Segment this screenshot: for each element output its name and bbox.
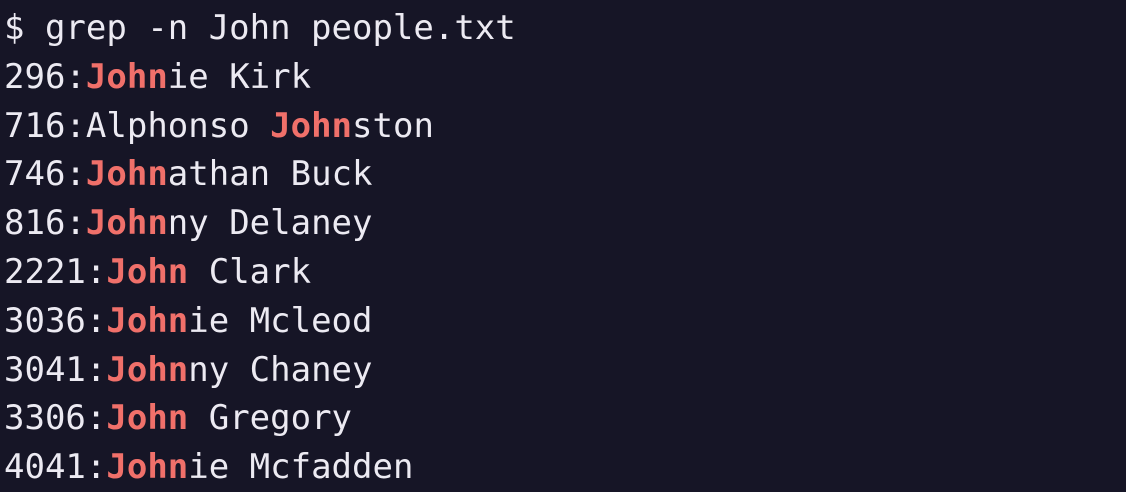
result-line: 746:Johnathan Buck	[4, 154, 373, 195]
line-number: 3306	[4, 398, 86, 439]
match-highlight: John	[106, 398, 189, 439]
result-line: 716:Alphonso Johnston	[4, 105, 434, 146]
match-highlight: John	[85, 203, 168, 244]
match-highlight: John	[106, 447, 189, 488]
result-line: 4041:Johnie Mcfadden	[4, 447, 414, 488]
line-number: 296	[4, 56, 66, 97]
line-number: 716	[4, 105, 66, 146]
terminal-window[interactable]: $ grep -n John people.txt 296:Johnie Kir…	[0, 0, 1126, 488]
match-highlight: John	[270, 105, 353, 146]
result-line: 3041:Johnny Chaney	[4, 349, 373, 390]
match-highlight: John	[85, 56, 168, 97]
result-line: 2221:John Clark	[4, 251, 312, 292]
command-line: $ grep -n John people.txt	[4, 8, 516, 48]
text-after-match: ny Delaney	[167, 203, 373, 244]
match-highlight: John	[106, 300, 189, 341]
result-line: 3036:Johnie Mcleod	[4, 300, 373, 341]
text-before-match: Alphonso	[85, 105, 271, 146]
match-highlight: John	[106, 251, 189, 292]
text-after-match: Clark	[188, 251, 312, 292]
text-after-match: Gregory	[188, 398, 353, 439]
match-highlight: John	[106, 349, 189, 390]
line-number: 3041	[4, 349, 86, 390]
text-after-match: ston	[352, 105, 434, 146]
match-highlight: John	[85, 154, 168, 195]
text-after-match: athan Buck	[167, 154, 373, 195]
text-after-match: ie Mcfadden	[188, 447, 414, 488]
line-number: 4041	[4, 447, 86, 488]
result-line: 296:Johnie Kirk	[4, 56, 312, 97]
line-number: 2221	[4, 251, 86, 292]
result-line: 816:Johnny Delaney	[4, 203, 373, 244]
result-line: 3306:John Gregory	[4, 398, 353, 439]
text-after-match: ny Chaney	[188, 349, 373, 390]
text-after-match: ie Mcleod	[188, 300, 373, 341]
line-number: 746	[4, 154, 66, 195]
text-after-match: ie Kirk	[167, 56, 312, 97]
line-number: 3036	[4, 300, 86, 341]
line-number: 816	[4, 203, 66, 244]
